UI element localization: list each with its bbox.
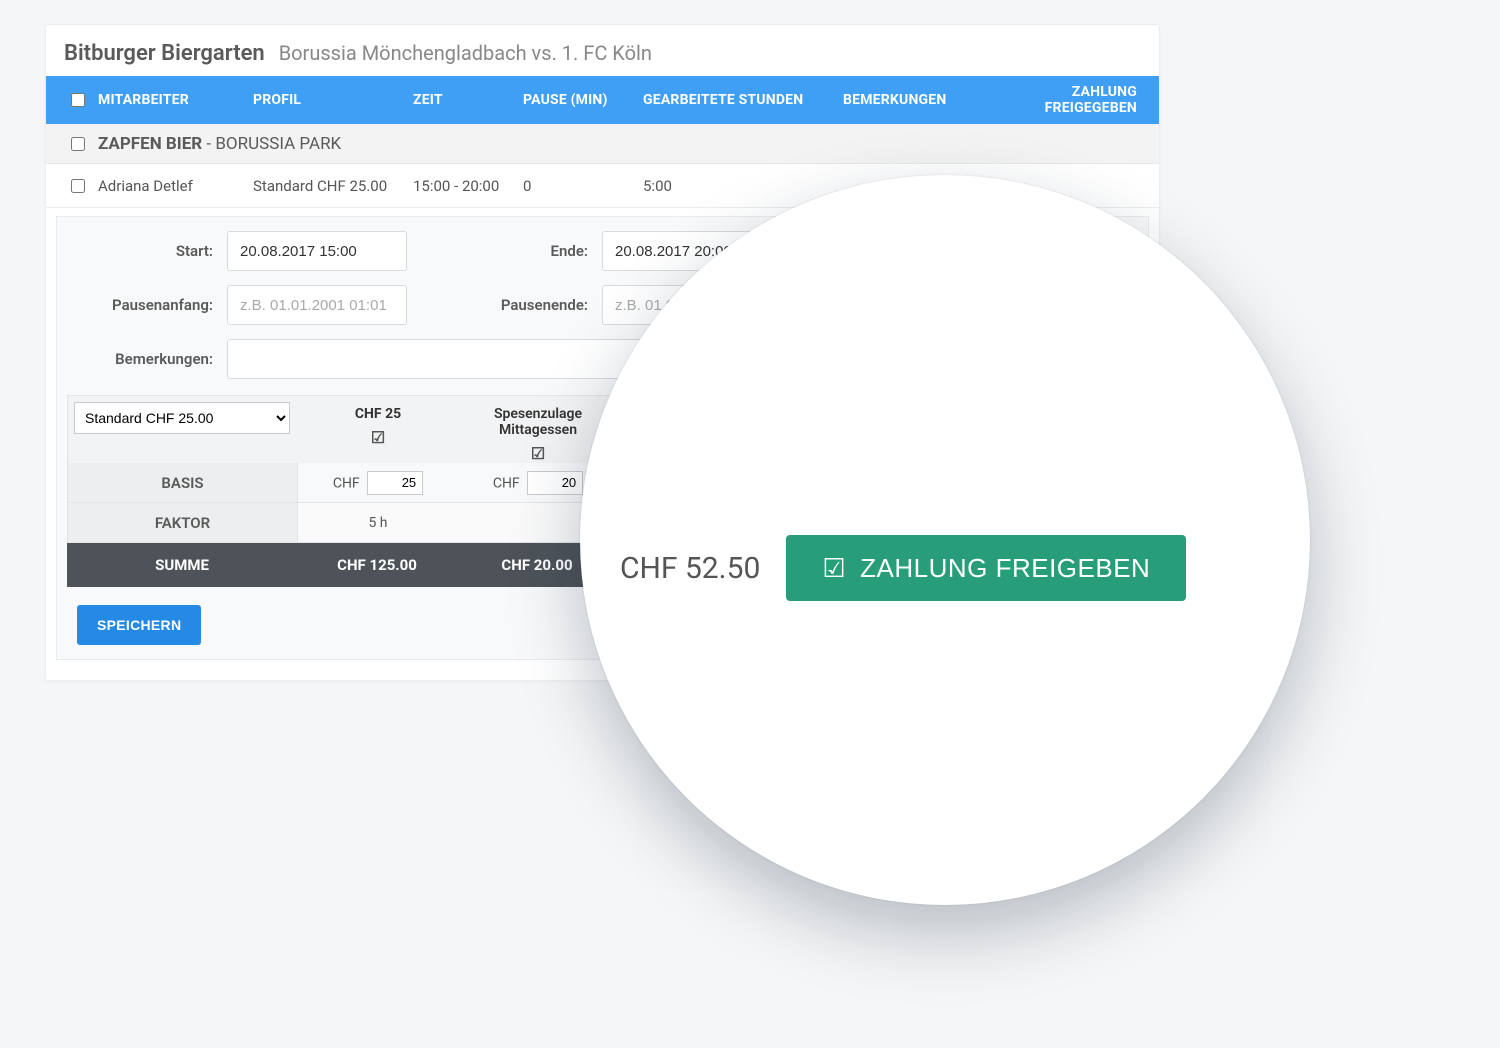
col-payment-approved: ZAHLUNG FREIGEGEBEN bbox=[993, 84, 1147, 116]
group-name: ZAPFEN BIER bbox=[98, 134, 202, 154]
table-header: MITARBEITER PROFIL ZEIT PAUSE (MIN) GEAR… bbox=[46, 76, 1159, 124]
group-place: BORUSSIA PARK bbox=[215, 134, 341, 154]
col-pause: PAUSE (MIN) bbox=[523, 92, 643, 108]
faktor-label: FAKTOR bbox=[68, 503, 298, 542]
row-hours: 5:00 bbox=[643, 177, 843, 195]
group-sep: - bbox=[202, 134, 215, 154]
basis-input-1[interactable] bbox=[367, 471, 423, 495]
approve-label: ZAHLUNG FREIGEBEN bbox=[860, 553, 1150, 584]
card-header: Bitburger Biergarten Borussia Mönchengla… bbox=[46, 25, 1159, 76]
grand-total: CHF 52.50 bbox=[620, 551, 760, 586]
pause-start-input[interactable] bbox=[227, 285, 407, 325]
calc-col2-title: Spesenzulage Mittagessen bbox=[458, 406, 618, 438]
check-icon[interactable]: ☑ bbox=[531, 444, 545, 463]
col-time: ZEIT bbox=[413, 92, 523, 108]
sum-value-1: CHF 125.00 bbox=[297, 556, 457, 574]
pause-start-label: Pausenanfang: bbox=[67, 296, 227, 314]
row-employee: Adriana Detlef bbox=[98, 177, 253, 195]
row-time: 15:00 - 20:00 bbox=[413, 177, 523, 195]
select-all-checkbox[interactable] bbox=[71, 93, 85, 107]
location-title: Bitburger Biergarten bbox=[64, 41, 265, 66]
basis-currency-1: CHF bbox=[333, 475, 360, 491]
basis-label: BASIS bbox=[68, 463, 298, 502]
remarks-label: Bemerkungen: bbox=[67, 350, 227, 368]
event-subtitle: Borussia Mönchengladbach vs. 1. FC Köln bbox=[279, 41, 652, 65]
basis-currency-2: CHF bbox=[493, 475, 520, 491]
col-profile: PROFIL bbox=[253, 92, 413, 108]
col-worked-hours: GEARBEITETE STUNDEN bbox=[643, 92, 843, 108]
start-input[interactable] bbox=[227, 231, 407, 271]
group-checkbox[interactable] bbox=[71, 137, 85, 151]
group-row: ZAPFEN BIER - BORUSSIA PARK bbox=[46, 124, 1159, 164]
check-square-icon: ☑ bbox=[822, 553, 846, 584]
magnifier-overlay: CHF 52.50 ☑ ZAHLUNG FREIGEBEN bbox=[580, 175, 1310, 905]
profile-select[interactable]: Standard CHF 25.00 bbox=[74, 402, 290, 434]
row-checkbox[interactable] bbox=[71, 179, 85, 193]
faktor-value-1: 5 h bbox=[298, 515, 458, 531]
row-profile: Standard CHF 25.00 bbox=[253, 177, 413, 195]
basis-input-2[interactable] bbox=[527, 471, 583, 495]
check-icon[interactable]: ☑ bbox=[371, 428, 385, 447]
row-pause: 0 bbox=[523, 177, 643, 195]
calc-col1-title: CHF 25 bbox=[298, 406, 458, 422]
start-label: Start: bbox=[67, 242, 227, 260]
col-employee: MITARBEITER bbox=[98, 92, 253, 108]
pause-end-label: Pausenende: bbox=[467, 296, 602, 314]
sum-label: SUMME bbox=[67, 556, 297, 574]
col-remarks: BEMERKUNGEN bbox=[843, 92, 993, 108]
end-label: Ende: bbox=[467, 242, 602, 260]
save-button[interactable]: SPEICHERN bbox=[77, 605, 201, 645]
approve-payment-button[interactable]: ☑ ZAHLUNG FREIGEBEN bbox=[786, 535, 1186, 601]
